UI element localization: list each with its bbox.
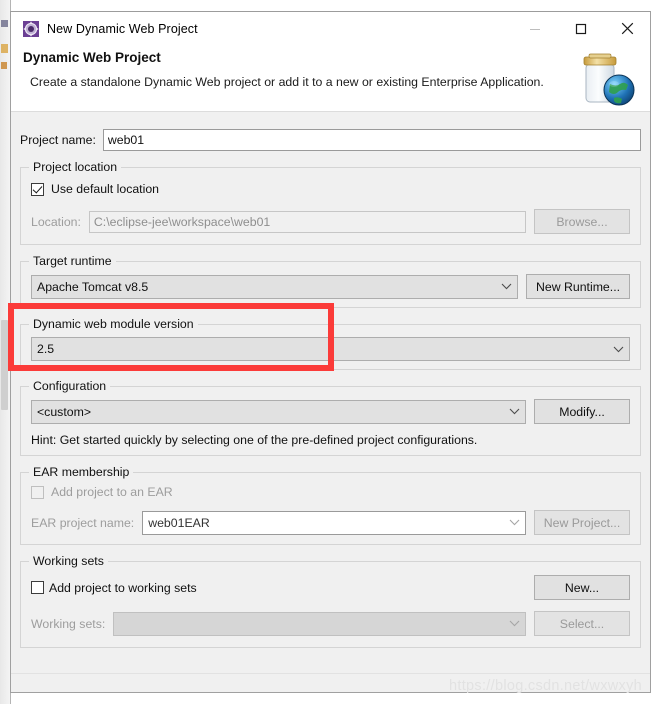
window-controls bbox=[512, 12, 650, 46]
configuration-hint: Hint: Get started quickly by selecting o… bbox=[31, 433, 478, 447]
eclipse-wizard-icon bbox=[23, 21, 39, 37]
dynamic-web-module-version-group-title: Dynamic web module version bbox=[29, 317, 198, 331]
target-runtime-combo[interactable]: Apache Tomcat v8.5 bbox=[31, 274, 518, 299]
configuration-group-title: Configuration bbox=[29, 379, 111, 393]
close-icon bbox=[621, 22, 633, 35]
title-bar[interactable]: New Dynamic Web Project bbox=[11, 12, 650, 46]
background-icon-a bbox=[1, 20, 8, 27]
configuration-row: <custom> Modify... bbox=[31, 399, 630, 424]
ear-membership-group-title: EAR membership bbox=[29, 465, 134, 479]
working-sets-row: Working sets: Select... bbox=[31, 611, 630, 636]
minimize-button[interactable] bbox=[512, 12, 558, 45]
ear-project-name-row: EAR project name: web01EAR New Project..… bbox=[31, 510, 630, 535]
wizard-body: Project name: Project location Use defau… bbox=[11, 112, 650, 692]
configuration-group: Configuration <custom> Modify... Hint: G… bbox=[20, 379, 641, 456]
select-working-set-button: Select... bbox=[534, 611, 630, 636]
location-label: Location: bbox=[31, 214, 81, 229]
background-icon-b bbox=[1, 44, 8, 53]
use-default-location-row[interactable]: Use default location bbox=[31, 182, 630, 196]
new-working-set-button[interactable]: New... bbox=[534, 575, 630, 600]
add-project-to-ear-row: Add project to an EAR bbox=[31, 485, 630, 499]
close-button[interactable] bbox=[604, 12, 650, 45]
dynamic-web-module-version-combo[interactable]: 2.5 bbox=[31, 337, 630, 361]
working-sets-label: Working sets: bbox=[31, 616, 106, 631]
background-scrollbar[interactable] bbox=[1, 320, 8, 410]
working-sets-combo bbox=[113, 611, 526, 636]
dynamic-web-module-version-value: 2.5 bbox=[37, 342, 55, 356]
new-project-button: New Project... bbox=[534, 510, 630, 535]
wizard-header: Dynamic Web Project Create a standalone … bbox=[11, 46, 650, 112]
chevron-down-icon bbox=[503, 519, 525, 526]
ear-project-name-label: EAR project name: bbox=[31, 515, 135, 530]
add-project-to-working-sets-row: Add project to working sets New... bbox=[31, 575, 630, 600]
project-name-input[interactable] bbox=[102, 129, 641, 151]
background-icon-c bbox=[1, 62, 7, 69]
target-runtime-group: Target runtime Apache Tomcat v8.5 New Ru… bbox=[20, 254, 641, 308]
minimize-icon bbox=[530, 28, 540, 30]
ear-project-name-combo: web01EAR bbox=[142, 510, 526, 535]
maximize-icon bbox=[575, 23, 587, 34]
watermark-text: https://blog.csdn.net/wxwxyh bbox=[449, 678, 642, 694]
new-runtime-button[interactable]: New Runtime... bbox=[526, 274, 630, 299]
configuration-combo[interactable]: <custom> bbox=[31, 399, 526, 424]
project-name-row: Project name: bbox=[20, 112, 641, 151]
target-runtime-group-title: Target runtime bbox=[29, 254, 116, 268]
configuration-value: <custom> bbox=[37, 404, 91, 419]
add-project-to-ear-checkbox bbox=[31, 485, 44, 499]
add-project-to-working-sets-checkbox[interactable] bbox=[31, 581, 44, 594]
chevron-down-icon bbox=[607, 346, 629, 353]
target-runtime-value: Apache Tomcat v8.5 bbox=[37, 279, 149, 294]
ear-project-name-value: web01EAR bbox=[148, 515, 210, 530]
use-default-location-checkbox[interactable] bbox=[31, 182, 44, 196]
screenshot-root: New Dynamic Web Project Dynamic Web Proj… bbox=[0, 0, 652, 704]
project-location-group-title: Project location bbox=[29, 160, 122, 174]
window-title: New Dynamic Web Project bbox=[47, 22, 198, 36]
add-project-to-working-sets-control[interactable]: Add project to working sets bbox=[31, 581, 526, 595]
chevron-down-icon bbox=[503, 408, 525, 415]
new-dynamic-web-project-dialog: New Dynamic Web Project Dynamic Web Proj… bbox=[10, 11, 651, 693]
target-runtime-row: Apache Tomcat v8.5 New Runtime... bbox=[31, 274, 630, 299]
location-row: Location: C:\eclipse-jee\workspace\web01… bbox=[31, 209, 630, 234]
add-project-to-working-sets-label: Add project to working sets bbox=[49, 580, 197, 595]
chevron-down-icon bbox=[495, 283, 517, 290]
add-project-to-ear-label: Add project to an EAR bbox=[51, 485, 173, 499]
location-input: C:\eclipse-jee\workspace\web01 bbox=[88, 210, 526, 233]
browse-button: Browse... bbox=[534, 209, 630, 234]
chevron-down-icon bbox=[503, 620, 525, 627]
dynamic-web-module-version-group: Dynamic web module version 2.5 bbox=[20, 317, 641, 370]
working-sets-group: Working sets Add project to working sets… bbox=[20, 554, 641, 648]
page-title: Dynamic Web Project bbox=[23, 50, 161, 65]
project-location-group: Project location Use default location Lo… bbox=[20, 160, 641, 245]
project-name-label: Project name: bbox=[20, 133, 96, 147]
ear-membership-group: EAR membership Add project to an EAR EAR… bbox=[20, 465, 641, 545]
jar-with-globe-icon bbox=[570, 48, 642, 110]
page-description: Create a standalone Dynamic Web project … bbox=[30, 75, 544, 89]
modify-button[interactable]: Modify... bbox=[534, 399, 630, 424]
use-default-location-label: Use default location bbox=[51, 182, 160, 196]
working-sets-group-title: Working sets bbox=[29, 554, 108, 568]
maximize-button[interactable] bbox=[558, 12, 604, 45]
